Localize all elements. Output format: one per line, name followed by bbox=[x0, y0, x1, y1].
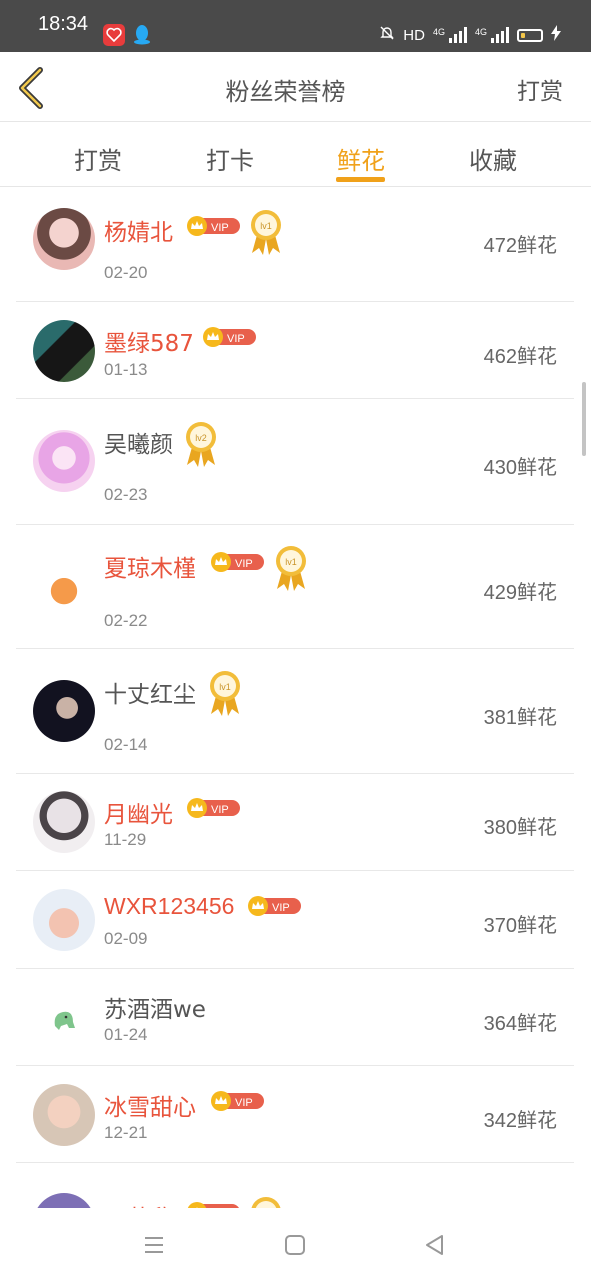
tab-reward[interactable]: 打赏 bbox=[58, 141, 138, 176]
list-item[interactable]: 杨婧北 VIP lv1 02-20 472鲜花 bbox=[16, 188, 574, 302]
vip-label: VIP bbox=[227, 333, 245, 345]
avatar[interactable] bbox=[33, 1193, 95, 1208]
tab-checkin[interactable]: 打卡 bbox=[190, 141, 270, 176]
flower-count: 364鲜花 bbox=[483, 1011, 557, 1035]
flower-count: 342鲜花 bbox=[483, 1108, 557, 1132]
fan-name[interactable]: 冰雪甜心 bbox=[104, 1088, 196, 1122]
list-item[interactable]: 田苏欣 VIP bbox=[16, 1163, 574, 1208]
status-indicators: HD 4G 4G bbox=[379, 24, 561, 46]
tab-bar: 打赏 打卡 鲜花 收藏 bbox=[0, 123, 591, 187]
flower-count: 370鲜花 bbox=[483, 913, 557, 937]
avatar[interactable] bbox=[33, 791, 95, 853]
vip-badge-icon: VIP bbox=[187, 798, 240, 818]
medal-lv2-icon: lv2 bbox=[186, 422, 216, 467]
fan-date: 01-24 bbox=[104, 1025, 148, 1044]
fan-list[interactable]: 杨婧北 VIP lv1 02-20 472鲜花 墨绿587 VIP 01-13 … bbox=[0, 188, 591, 1208]
list-item[interactable]: 十丈红尘 lv1 02-14 381鲜花 bbox=[16, 649, 574, 774]
vip-badge-icon: VIP bbox=[187, 216, 240, 236]
flower-count: 462鲜花 bbox=[483, 344, 557, 368]
medal-lv1-icon: lv1 bbox=[210, 671, 240, 716]
fan-date: 01-13 bbox=[104, 360, 148, 379]
svg-text:lv1: lv1 bbox=[219, 682, 231, 692]
fan-name[interactable]: 墨绿587 bbox=[104, 324, 194, 358]
vip-badge-icon: VIP bbox=[187, 1202, 239, 1208]
fan-name[interactable]: 月幽光 bbox=[104, 795, 173, 829]
list-item[interactable]: 冰雪甜心 VIP 12-21 342鲜花 bbox=[16, 1066, 574, 1163]
avatar[interactable] bbox=[33, 208, 95, 270]
fan-date: 02-09 bbox=[104, 929, 148, 948]
fan-date: 12-21 bbox=[104, 1123, 148, 1142]
avatar[interactable] bbox=[33, 557, 95, 619]
fan-name[interactable]: 杨婧北 bbox=[104, 213, 173, 247]
vip-label: VIP bbox=[235, 1097, 253, 1109]
avatar[interactable] bbox=[33, 320, 95, 382]
flower-count: 380鲜花 bbox=[483, 815, 557, 839]
flower-count: 429鲜花 bbox=[483, 580, 557, 604]
fan-name[interactable]: 十丈红尘 bbox=[104, 675, 196, 709]
page-title: 粉丝荣誉榜 bbox=[225, 78, 346, 106]
avatar[interactable] bbox=[33, 680, 95, 742]
menu-icon[interactable] bbox=[141, 1232, 167, 1258]
fan-name[interactable]: 吴曦颜 bbox=[104, 425, 173, 459]
svg-text:lv1: lv1 bbox=[260, 221, 272, 231]
status-bar: 18:34 HD 4G 4G bbox=[0, 0, 591, 52]
fan-date: 11-29 bbox=[104, 830, 147, 849]
fan-date: 02-20 bbox=[104, 263, 148, 282]
medal-lv1-icon: lv1 bbox=[251, 210, 281, 255]
active-tab-indicator bbox=[336, 177, 385, 182]
signal2-label: 4G bbox=[474, 27, 487, 37]
list-item[interactable]: 墨绿587 VIP 01-13 462鲜花 bbox=[16, 302, 574, 399]
flower-count: 430鲜花 bbox=[483, 455, 557, 479]
vip-label: VIP bbox=[211, 804, 229, 816]
mute-bell-icon bbox=[379, 25, 395, 45]
tab-favorites[interactable]: 收藏 bbox=[453, 141, 533, 176]
medal-lv1-icon: lv1 bbox=[276, 546, 306, 591]
qq-icon bbox=[131, 23, 153, 45]
app-badge-icon bbox=[103, 24, 125, 46]
list-item[interactable]: WXR123456 VIP 02-09 370鲜花 bbox=[16, 871, 574, 969]
signal1-label: 4G bbox=[432, 27, 445, 37]
fan-name[interactable]: WXR123456 bbox=[104, 893, 234, 920]
dinosaur-avatar-icon bbox=[54, 1011, 75, 1030]
back-triangle-icon[interactable] bbox=[422, 1232, 448, 1258]
header: 粉丝荣誉榜 打赏 bbox=[0, 52, 591, 122]
signal-icon: 4G bbox=[433, 27, 467, 43]
list-item[interactable]: 苏酒酒we 01-24 364鲜花 bbox=[16, 969, 574, 1066]
home-square-icon[interactable] bbox=[282, 1232, 308, 1258]
system-nav-bar bbox=[0, 1208, 591, 1280]
signal-icon-2: 4G bbox=[475, 27, 509, 43]
fan-date: 02-14 bbox=[104, 735, 148, 754]
list-item[interactable]: 夏琼木槿 VIP lv1 02-22 429鲜花 bbox=[16, 525, 574, 649]
fan-date: 02-22 bbox=[104, 611, 148, 630]
fan-name[interactable]: 田苏欣 bbox=[104, 1199, 173, 1208]
avatar[interactable] bbox=[33, 889, 95, 951]
vip-badge-icon: VIP bbox=[211, 1091, 264, 1111]
fan-date: 02-23 bbox=[104, 485, 148, 504]
svg-text:lv1: lv1 bbox=[285, 557, 297, 567]
avatar[interactable] bbox=[33, 986, 95, 1048]
flower-count: 381鲜花 bbox=[483, 705, 557, 729]
list-item[interactable]: 月幽光 VIP 11-29 380鲜花 bbox=[16, 774, 574, 871]
avatar[interactable] bbox=[33, 1084, 95, 1146]
svg-text:lv2: lv2 bbox=[195, 433, 207, 443]
scrollbar-thumb[interactable] bbox=[582, 382, 586, 456]
tab-flowers[interactable]: 鲜花 bbox=[321, 141, 401, 176]
flower-count: 472鲜花 bbox=[483, 233, 557, 257]
vip-badge-icon: VIP bbox=[211, 552, 264, 572]
status-time: 18:34 bbox=[38, 13, 89, 35]
vip-label: VIP bbox=[235, 558, 253, 570]
vip-label: VIP bbox=[211, 222, 229, 234]
fan-name[interactable]: 苏酒酒we bbox=[104, 990, 206, 1024]
vip-badge-icon: VIP bbox=[248, 896, 301, 916]
avatar[interactable] bbox=[33, 430, 95, 492]
hd-label: HD bbox=[403, 26, 425, 44]
vip-badge-icon: VIP bbox=[203, 327, 256, 347]
list-item[interactable]: 吴曦颜 lv2 02-23 430鲜花 bbox=[16, 399, 574, 525]
fan-name[interactable]: 夏琼木槿 bbox=[104, 549, 196, 583]
battery-icon bbox=[517, 28, 543, 42]
medal-lv1-icon bbox=[251, 1197, 281, 1208]
charging-icon bbox=[551, 25, 561, 45]
vip-label: VIP bbox=[272, 902, 290, 914]
reward-button[interactable]: 打赏 bbox=[517, 72, 563, 106]
